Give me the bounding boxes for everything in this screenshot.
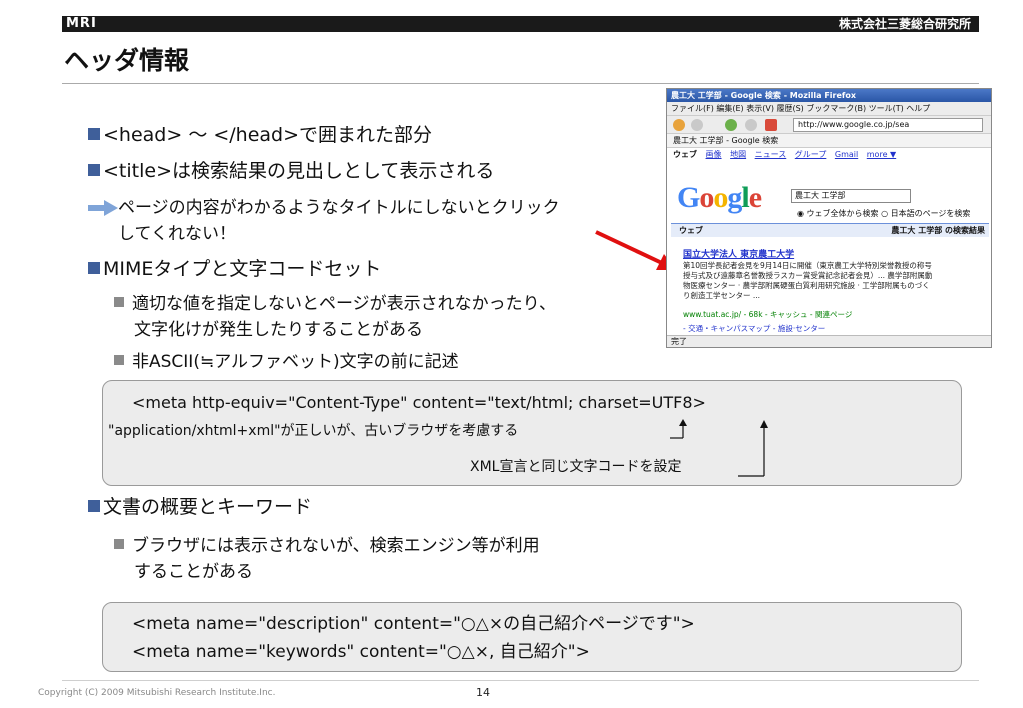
browser-tab: 農工大 工学部 - Google 検索: [667, 134, 991, 148]
page-number: 14: [476, 686, 490, 699]
bullet-square-icon: [88, 128, 100, 140]
google-logo: Google: [677, 181, 762, 214]
sub-bullet-text: 非ASCII(≒アルファベット)文字の前に記述: [132, 352, 459, 372]
nav-link: 画像: [705, 150, 722, 159]
bullet-mime-type: MIMEタイプと文字コードセット: [88, 256, 381, 282]
bullet-text: 文書の概要とキーワード: [103, 496, 313, 518]
sub-bullet-mime-2: 非ASCII(≒アルファベット)文字の前に記述: [114, 350, 459, 374]
copyright-text: Copyright (C) 2009 Mitsubishi Research I…: [38, 688, 276, 698]
browser-screenshot: 農工大 工学部 - Google 検索 - Mozilla Firefox ファ…: [666, 88, 992, 348]
sub-bullet-square-icon: [114, 297, 124, 307]
sub-bullet-square-icon: [114, 355, 124, 365]
annotation-arrows-icon: [670, 419, 768, 477]
code-meta-content-type: <meta http-equiv="Content-Type" content=…: [132, 393, 706, 412]
search-result-sublinks: - 交通・キャンパスマップ - 施設·センター: [683, 324, 826, 333]
sub-bullet-text: 適切な値を指定しないとページが表示されなかったり、: [132, 294, 556, 314]
nav-web: ウェブ: [673, 150, 697, 159]
company-logo: MRI: [66, 16, 97, 31]
back-icon: [673, 119, 685, 131]
browser-menu-bar: ファイル(F) 編集(E) 表示(V) 履歴(S) ブックマーク(B) ツール(…: [667, 102, 991, 116]
search-result-snippet: 物医療センター · 農学部附属硬蛋白質利用研究施設 · 工学部附属ものづく: [683, 281, 930, 290]
search-result-snippet: 第10回学長記者会見を9月14日に開催（東京農工大学特別栄誉教授の称号: [683, 261, 932, 270]
browser-title-bar: 農工大 工学部 - Google 検索 - Mozilla Firefox: [667, 89, 991, 102]
arrow-note-line2: してくれない！: [118, 224, 236, 244]
company-name: 株式会社三菱総合研究所: [838, 17, 971, 31]
browser-toolbar: http://www.google.co.jp/sea: [667, 116, 991, 134]
slide-title: ヘッダ情報: [64, 46, 190, 75]
bullet-square-icon: [88, 500, 100, 512]
google-results-bar: ウェブ 農工大 工学部 の検索結果: [671, 223, 989, 237]
browser-url-field: http://www.google.co.jp/sea: [793, 118, 983, 132]
bullet-text: <head> ～ </head>で囲まれた部分: [103, 124, 433, 146]
search-result-title: 国立大学法人 東京農工大学: [683, 250, 795, 260]
code-note-mime: "application/xhtml+xml"が正しいが、古いブラウザを考慮する: [108, 423, 519, 439]
header-bar: MRI 株式会社三菱総合研究所: [62, 16, 979, 32]
bullet-square-icon: [88, 164, 100, 176]
google-search-scope: ◉ ウェブ全体から検索 ○ 日本語のページを検索: [797, 209, 971, 218]
home-icon: [765, 119, 777, 131]
stop-icon: [745, 119, 757, 131]
bullet-text: <title>は検索結果の見出しとして表示される: [103, 160, 495, 182]
sub-bullet-square-icon: [114, 539, 124, 549]
search-result-snippet: 授与式及び遠藤章名誉教授ラスカー賞受賞記念記者会見）... 農学部附属動: [683, 271, 933, 280]
bullet-title-tag: <title>は検索結果の見出しとして表示される: [88, 158, 494, 184]
footer-divider: [62, 680, 979, 681]
browser-status-bar: 完了: [667, 335, 991, 347]
bullet-head-section: <head> ～ </head>で囲まれた部分: [88, 122, 432, 148]
reload-icon: [725, 119, 737, 131]
bullet-square-icon: [88, 262, 100, 274]
nav-link: グループ: [794, 150, 827, 159]
sub-bullet-search-engine-cont: することがある: [134, 562, 253, 582]
bullet-description-keywords: 文書の概要とキーワード: [88, 494, 312, 520]
search-result-url: www.tuat.ac.jp/ - 68k - キャッシュ - 関連ページ: [683, 310, 853, 319]
bullet-text: MIMEタイプと文字コードセット: [103, 258, 382, 280]
nav-link: more ▼: [866, 150, 897, 159]
results-bar-query: 農工大 工学部 の検索結果: [891, 226, 985, 235]
forward-icon: [691, 119, 703, 131]
arrow-note-line1: ページの内容がわかるようなタイトルにしないとクリック: [118, 198, 560, 218]
google-search-input: 農工大 工学部: [791, 189, 911, 203]
code-meta-keywords: <meta name="keywords" content="○△×, 自己紹介…: [132, 642, 590, 662]
search-result-snippet: り創造工学センター ...: [683, 291, 761, 300]
code-meta-description: <meta name="description" content="○△×の自己…: [132, 614, 695, 634]
nav-link: ニュース: [754, 150, 787, 159]
sub-bullet-text: ブラウザには表示されないが、検索エンジン等が利用: [132, 536, 540, 556]
sub-bullet-search-engine: ブラウザには表示されないが、検索エンジン等が利用: [114, 534, 540, 558]
google-nav-links: ウェブ 画像 地図 ニュース グループ Gmail more ▼: [667, 148, 991, 162]
results-bar-label: ウェブ: [679, 226, 703, 235]
title-divider: [62, 83, 979, 84]
nav-link: Gmail: [834, 150, 859, 159]
sub-bullet-mime-1-cont: 文字化けが発生したりすることがある: [134, 320, 423, 340]
right-arrow-icon: [88, 200, 118, 216]
nav-link: 地図: [730, 150, 747, 159]
sub-bullet-mime-1: 適切な値を指定しないとページが表示されなかったり、: [114, 292, 556, 316]
